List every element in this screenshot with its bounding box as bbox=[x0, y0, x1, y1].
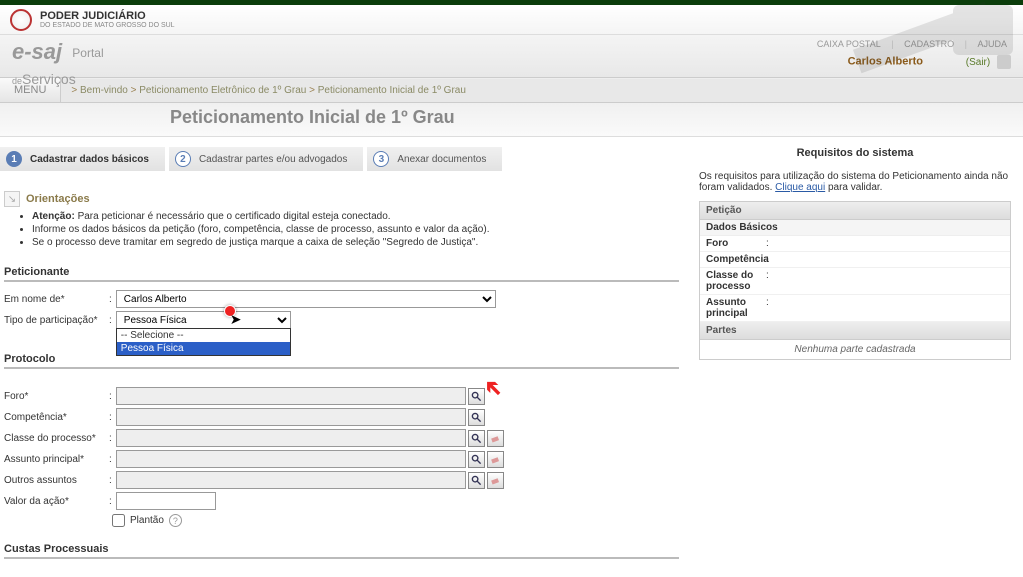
label-em-nome: Em nome de* bbox=[4, 294, 109, 305]
link-clique-aqui[interactable]: Clique aqui bbox=[775, 182, 825, 193]
dropdown-tipo-participacao[interactable]: -- Selecione -- Pessoa Física bbox=[116, 328, 291, 356]
step-1[interactable]: 1Cadastrar dados básicos bbox=[0, 147, 165, 171]
crumb-1[interactable]: Peticionamento Eletrônico de 1º Grau bbox=[139, 85, 306, 96]
clear-assunto-button[interactable] bbox=[487, 451, 504, 468]
panel-header-peticao: Petição bbox=[700, 202, 1010, 220]
input-classe[interactable] bbox=[116, 429, 466, 447]
input-valor[interactable] bbox=[116, 492, 216, 510]
section-custas: Custas Processuais bbox=[4, 543, 679, 559]
search-classe-button[interactable] bbox=[468, 430, 485, 447]
search-icon bbox=[471, 412, 482, 423]
side-title: Requisitos do sistema bbox=[699, 147, 1011, 159]
search-outros-button[interactable] bbox=[468, 472, 485, 489]
cursor-icon: ➤ bbox=[230, 311, 242, 328]
panel-sub-dados: Dados Básicos bbox=[700, 220, 1010, 236]
label-tipo-part: Tipo de participação* bbox=[4, 315, 109, 326]
panel-partes-empty: Nenhuma parte cadastrada bbox=[700, 340, 1010, 359]
section-peticionante: Peticionante bbox=[4, 266, 679, 282]
side-requisitos-text: Os requisitos para utilização do sistema… bbox=[699, 171, 1011, 193]
help-plantao-icon[interactable]: ? bbox=[169, 514, 182, 527]
search-assunto-button[interactable] bbox=[468, 451, 485, 468]
select-em-nome[interactable]: Carlos Alberto bbox=[116, 290, 496, 308]
org-subtitle: DO ESTADO DE MATO GROSSO DO SUL bbox=[40, 22, 175, 29]
label-outros: Outros assuntos bbox=[4, 475, 109, 486]
search-icon bbox=[471, 454, 482, 465]
crumb-2: Peticionamento Inicial de 1º Grau bbox=[318, 85, 466, 96]
search-foro-button[interactable] bbox=[468, 388, 485, 405]
checkbox-plantao[interactable] bbox=[112, 514, 125, 527]
section-protocolo: Protocolo bbox=[4, 353, 679, 369]
gavel-background-icon bbox=[843, 0, 1023, 85]
label-classe: Classe do processo* bbox=[4, 433, 109, 444]
eraser-icon bbox=[490, 475, 501, 486]
step-2[interactable]: 2Cadastrar partes e/ou advogados bbox=[169, 147, 363, 171]
input-foro[interactable] bbox=[116, 387, 466, 405]
dropdown-option-selecione[interactable]: -- Selecione -- bbox=[117, 329, 290, 342]
orient-list: Atenção: Para peticionar é necessário qu… bbox=[4, 207, 679, 254]
clear-outros-button[interactable] bbox=[487, 472, 504, 489]
clear-classe-button[interactable] bbox=[487, 430, 504, 447]
eraser-icon bbox=[490, 433, 501, 444]
input-competencia[interactable] bbox=[116, 408, 466, 426]
label-valor: Valor da ação* bbox=[4, 496, 109, 507]
eraser-icon bbox=[490, 454, 501, 465]
label-foro: Foro* bbox=[4, 391, 109, 402]
esaj-logo: e-saj PortaldeServiços bbox=[12, 39, 104, 91]
search-icon bbox=[471, 475, 482, 486]
orient-title: Orientações bbox=[26, 193, 90, 205]
input-outros[interactable] bbox=[116, 471, 466, 489]
label-plantao: Plantão bbox=[130, 515, 164, 526]
dropdown-option-pessoa-fisica[interactable]: Pessoa Física bbox=[117, 342, 290, 355]
org-title: PODER JUDICIÁRIO bbox=[40, 10, 146, 22]
search-icon bbox=[471, 433, 482, 444]
select-tipo-participacao[interactable]: Pessoa Física bbox=[116, 311, 291, 329]
input-assunto[interactable] bbox=[116, 450, 466, 468]
orient-collapse-icon[interactable]: ↘ bbox=[4, 191, 20, 207]
step-3[interactable]: 3Anexar documentos bbox=[367, 147, 502, 171]
panel-header-partes: Partes bbox=[700, 322, 1010, 340]
label-competencia: Competência* bbox=[4, 412, 109, 423]
search-icon bbox=[471, 391, 482, 402]
label-assunto: Assunto principal* bbox=[4, 454, 109, 465]
wizard-steps: 1Cadastrar dados básicos 2Cadastrar part… bbox=[4, 147, 679, 171]
page-title: Peticionamento Inicial de 1º Grau bbox=[170, 107, 1023, 128]
crest-icon bbox=[10, 9, 32, 31]
search-competencia-button[interactable] bbox=[468, 409, 485, 426]
portal-header: e-saj PortaldeServiços CAIXA POSTAL | CA… bbox=[0, 35, 1023, 77]
side-panel: Petição Dados Básicos Foro: Competência:… bbox=[699, 201, 1011, 360]
